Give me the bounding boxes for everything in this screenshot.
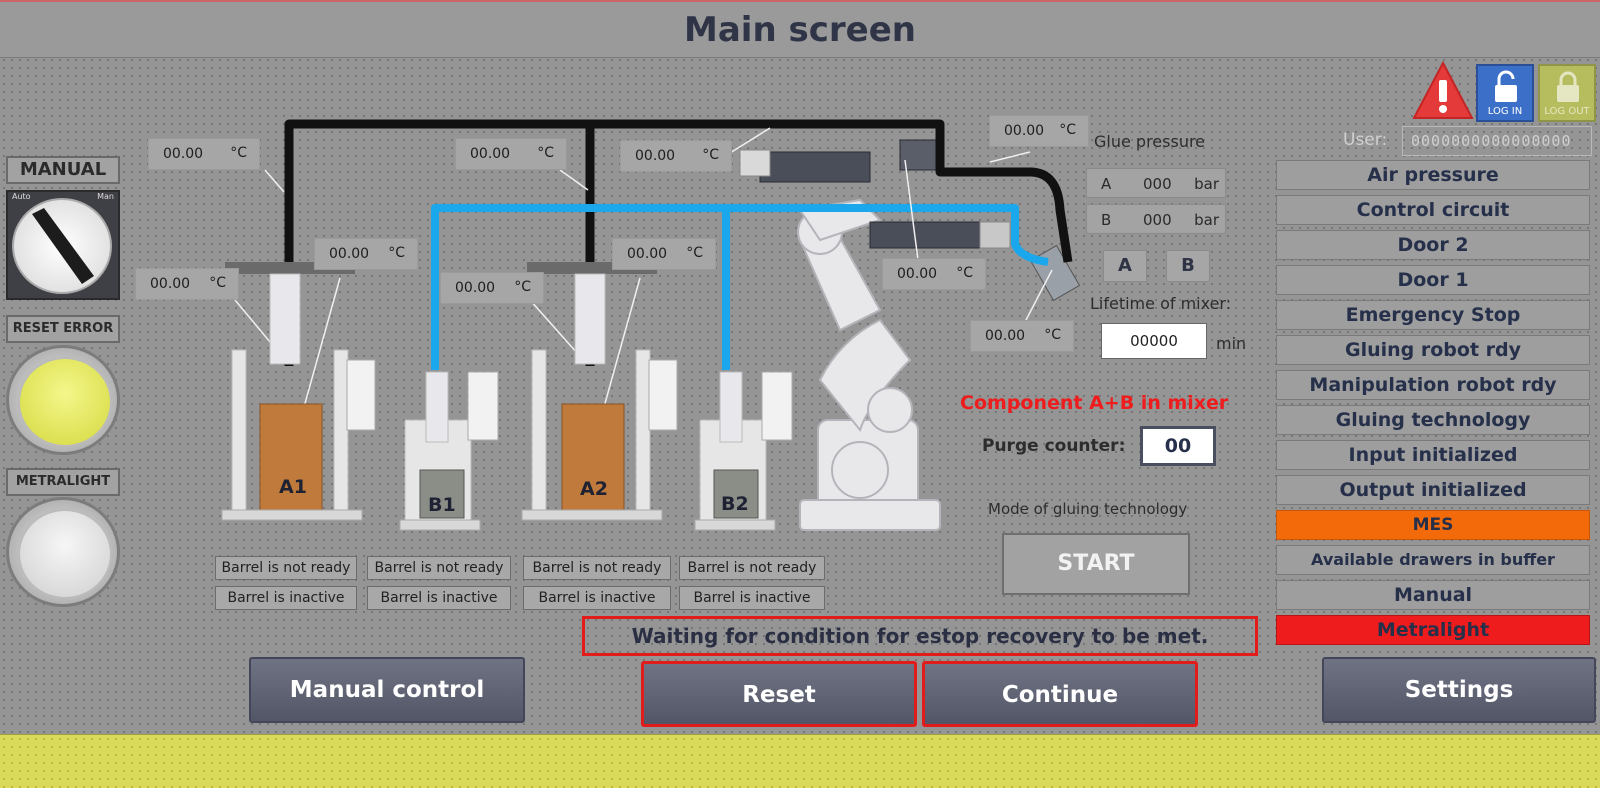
barrel-b1-label: B1 [428, 494, 456, 516]
login-label: LOG IN [1487, 106, 1523, 117]
temperature-readout: 00.00 °C [882, 258, 986, 290]
footer-alarm-bar [0, 734, 1600, 788]
status-output-initialized[interactable]: Output initialized [1276, 475, 1590, 505]
lifetime-of-mixer-field[interactable]: 00000 [1101, 323, 1207, 359]
purge-counter-value: 00 [1140, 426, 1216, 466]
process-diagram [221, 119, 1081, 531]
gluing-mode-label: Mode of gluing technology [988, 500, 1188, 518]
temperature-readout: 00.00 °C [989, 115, 1089, 147]
temperature-readout: 00.00 °C [970, 320, 1074, 352]
component-a-button[interactable]: A [1103, 250, 1147, 282]
status-gluing-technology[interactable]: Gluing technology [1276, 405, 1590, 435]
status-available-drawers[interactable]: Available drawers in buffer [1276, 545, 1590, 575]
status-input-initialized[interactable]: Input initialized [1276, 440, 1590, 470]
temperature-readout: 00.00 °C [135, 268, 239, 300]
logout-button[interactable]: LOG OUT [1538, 64, 1596, 122]
estop-recovery-message: Waiting for condition for estop recovery… [582, 616, 1258, 656]
pressure-b-readout: B 000 bar [1086, 204, 1226, 234]
lifetime-unit: min [1216, 334, 1247, 353]
barrel-a2-label: A2 [580, 478, 608, 500]
status-mes[interactable]: MES [1276, 510, 1590, 540]
user-label: User: [1343, 130, 1388, 150]
gluing-robot-graphic [797, 198, 941, 531]
status-gluing-robot-rdy[interactable]: Gluing robot rdy [1276, 335, 1590, 365]
start-button[interactable]: START [1002, 533, 1190, 595]
barrel-a1-ready-status: Barrel is not ready [215, 556, 357, 580]
temperature-readout: 00.00 °C [455, 138, 567, 170]
user-value: 0000000000000000 [1411, 132, 1572, 150]
barrel-a2-ready-status: Barrel is not ready [523, 556, 671, 580]
purge-counter-label: Purge counter: [982, 436, 1126, 456]
barrel-a2-active-status: Barrel is inactive [523, 586, 671, 610]
reset-button[interactable]: Reset [641, 661, 917, 727]
status-manipulation-robot-rdy[interactable]: Manipulation robot rdy [1276, 370, 1590, 400]
barrel-b1-active-status: Barrel is inactive [367, 586, 511, 610]
glue-pressure-label: Glue pressure [1094, 132, 1206, 151]
pressure-a-readout: A 000 bar [1086, 168, 1226, 198]
temperature-readout: 00.00 °C [620, 140, 732, 172]
barrel-b2-ready-status: Barrel is not ready [679, 556, 825, 580]
barrel-b2-active-status: Barrel is inactive [679, 586, 825, 610]
barrel-b1-ready-status: Barrel is not ready [367, 556, 511, 580]
status-door-2[interactable]: Door 2 [1276, 230, 1590, 260]
status-emergency-stop[interactable]: Emergency Stop [1276, 300, 1590, 330]
continue-button[interactable]: Continue [922, 661, 1198, 727]
settings-button[interactable]: Settings [1322, 657, 1596, 723]
status-air-pressure[interactable]: Air pressure [1276, 160, 1590, 190]
warning-triangle-icon[interactable] [1412, 60, 1474, 122]
locked-padlock-icon [1557, 71, 1579, 102]
temperature-readout: 00.00 °C [612, 238, 716, 270]
barrel-a1-active-status: Barrel is inactive [215, 586, 357, 610]
unlocked-padlock-icon [1495, 70, 1517, 102]
status-control-circuit[interactable]: Control circuit [1276, 195, 1590, 225]
status-metralight[interactable]: Metralight [1276, 615, 1590, 645]
barrel-b2-label: B2 [721, 493, 749, 515]
user-field: 0000000000000000 [1402, 126, 1592, 156]
temperature-readout: 00.00 °C [148, 138, 260, 170]
temperature-readout: 00.00 °C [314, 238, 418, 270]
component-in-mixer-message: Component A+B in mixer [960, 392, 1229, 414]
status-door-1[interactable]: Door 1 [1276, 265, 1590, 295]
logout-label: LOG OUT [1544, 106, 1590, 117]
component-b-button[interactable]: B [1166, 250, 1210, 282]
status-manual[interactable]: Manual [1276, 580, 1590, 610]
main-screen: Main screen LOG IN LOG OUT User: 0000000… [0, 0, 1600, 788]
lifetime-of-mixer-label: Lifetime of mixer: [1090, 294, 1232, 313]
temperature-readout: 00.00 °C [440, 272, 544, 304]
login-button[interactable]: LOG IN [1476, 64, 1534, 122]
barrel-a1-label: A1 [279, 476, 307, 498]
manual-control-button[interactable]: Manual control [249, 657, 525, 723]
